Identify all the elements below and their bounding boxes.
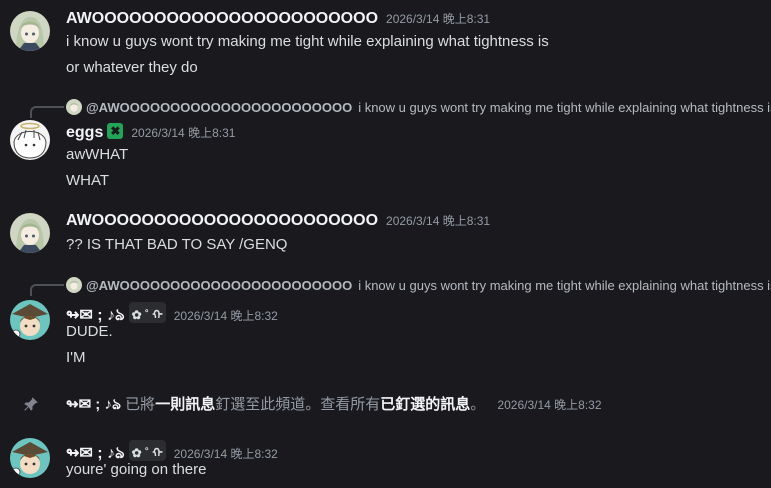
pinned-message-link[interactable]: 一則訊息 [155,396,215,413]
anime-girl-avatar-icon [10,213,50,253]
boy-hat-avatar-icon [10,438,50,478]
reply-spine [30,106,64,118]
author-name[interactable]: eggs ✖ 2026/3/14 晚上8:31 [66,123,235,142]
reply-avatar [66,99,82,115]
avatar[interactable] [10,213,50,253]
server-tag-label: ✖ [110,124,121,138]
reply-author[interactable]: @AWOOOOOOOOOOOOOOOOOOOOOOO [86,278,352,293]
message-line: DUDE. [66,323,113,340]
author-label[interactable]: AWOOOOOOOOOOOOOOOOOOOOOOO [66,212,378,229]
timestamp: 2026/3/14 晚上8:32 [497,398,602,412]
avatar[interactable] [10,300,50,340]
server-tag-icon[interactable]: ✖ [107,123,124,139]
avatar[interactable] [10,11,50,51]
message-line: awWHAT [66,146,129,163]
server-tag[interactable]: ✿ ˚ ᡣ [128,302,166,323]
reply-author[interactable]: @AWOOOOOOOOOOOOOOOOOOOOOOO [86,100,352,115]
message-line: i know u guys wont try making me tight w… [66,33,549,50]
author-label[interactable]: ↬✉︎ ; ♪ঌ [66,445,125,462]
timestamp: 2026/3/14 晚上8:31 [131,126,236,140]
pin-text: 。 [470,396,486,413]
avatar[interactable] [10,120,50,160]
server-tag[interactable]: ✿ ˚ ᡣ [128,440,166,461]
pinned-messages-link[interactable]: 已釘選的訊息 [380,396,470,413]
timestamp: 2026/3/14 晚上8:31 [386,12,491,26]
reply-avatar [66,277,82,293]
reply-text: i know u guys wont try making me tight w… [358,100,771,115]
reply-spine [30,284,64,296]
pin-icon [24,397,38,411]
pin-text: 已將 [125,396,156,413]
pin-notice: ↬✉︎ ; ♪ঌ 已將一則訊息釘選至此頻道。查看所有已釘選的訊息。 2026/3… [66,393,602,418]
author-label[interactable]: ↬✉︎ ; ♪ঌ [66,396,121,413]
avatar[interactable] [10,438,50,478]
angel-sketch-avatar-icon [10,120,50,160]
author-name[interactable]: AWOOOOOOOOOOOOOOOOOOOOOOO 2026/3/14 晚上8:3… [66,10,490,28]
anime-girl-avatar-icon [10,11,50,51]
reply-preview[interactable]: @AWOOOOOOOOOOOOOOOOOOOOOOO i know u guys … [66,277,771,293]
message-line: youre' going on there [66,461,207,478]
author-label[interactable]: AWOOOOOOOOOOOOOOOOOOOOOOO [66,10,378,27]
author-label[interactable]: eggs [66,124,103,141]
timestamp: 2026/3/14 晚上8:32 [173,309,278,323]
boy-hat-avatar-icon [10,300,50,340]
pin-text: 釘選至此頻道。查看所有 [215,396,381,413]
message-line: ?? IS THAT BAD TO SAY /GENQ [66,236,288,253]
message-line: or whatever they do [66,59,198,76]
message-line: I'M [66,349,86,366]
timestamp: 2026/3/14 晚上8:32 [173,447,278,461]
reply-text: i know u guys wont try making me tight w… [358,278,771,293]
reply-preview[interactable]: @AWOOOOOOOOOOOOOOOOOOOOOOO i know u guys … [66,99,771,115]
author-name[interactable]: AWOOOOOOOOOOOOOOOOOOOOOOO 2026/3/14 晚上8:3… [66,212,490,230]
anime-girl-avatar-icon [66,99,82,115]
message-line: WHAT [66,172,110,189]
author-label[interactable]: ↬✉︎ ; ♪ঌ [66,307,125,324]
timestamp: 2026/3/14 晚上8:31 [386,214,491,228]
anime-girl-avatar-icon [66,277,82,293]
